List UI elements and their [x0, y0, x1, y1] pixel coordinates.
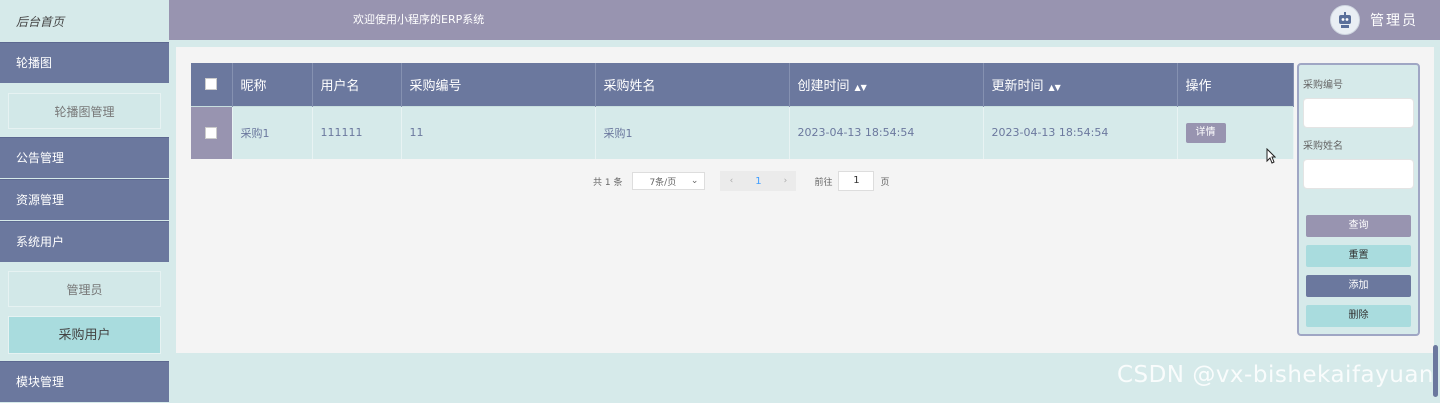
mouse-cursor-icon: [1266, 148, 1276, 164]
cell-updated: 2023-04-13 18:54:54: [983, 105, 1178, 159]
cell-created: 2023-04-13 18:54:54: [789, 105, 984, 159]
col-nickname: 昵称: [232, 63, 313, 106]
sidebar-group-resource[interactable]: 资源管理: [0, 179, 169, 220]
sidebar-group-system-users[interactable]: 系统用户: [0, 221, 169, 262]
sidebar-group-module[interactable]: 模块管理: [0, 361, 169, 402]
prev-page-button[interactable]: ‹: [720, 171, 743, 191]
top-header: 欢迎使用小程序的ERP系统 管理员: [169, 0, 1440, 40]
next-page-button[interactable]: ›: [774, 171, 797, 191]
col-updated[interactable]: 更新时间 ▲▼: [983, 63, 1178, 106]
col-action: 操作: [1177, 63, 1294, 106]
cell-purchase-no: 11: [401, 105, 596, 159]
goto-unit: 页: [880, 177, 890, 188]
cell-purchase-name: 采购1: [595, 105, 790, 159]
sidebar-group-carousel[interactable]: 轮播图: [0, 42, 169, 83]
select-all-checkbox[interactable]: [204, 78, 217, 91]
col-created-label: 创建时间: [797, 78, 850, 94]
sidebar: 后台首页 轮播图 轮播图管理 公告管理 资源管理 系统用户 管理员 采购用户 模…: [0, 0, 169, 403]
sidebar-group-notice[interactable]: 公告管理: [0, 137, 169, 178]
col-updated-label: 更新时间: [991, 78, 1044, 94]
goto-label: 前往: [814, 177, 833, 188]
cell-username: 111111: [312, 105, 402, 159]
cell-nickname: 采购1: [232, 105, 313, 159]
sidebar-home[interactable]: 后台首页: [0, 0, 169, 42]
sort-icon[interactable]: ▲▼: [855, 83, 867, 92]
purchase-name-label: 采购姓名: [1303, 141, 1343, 152]
purchase-no-label: 采购编号: [1303, 80, 1343, 91]
delete-button[interactable]: 删除: [1306, 305, 1411, 327]
pagination: 共 1 条 7条/页 ⌄ ‹ 1 › 前往 1 页: [593, 171, 889, 191]
page-size-select[interactable]: 7条/页 ⌄: [632, 172, 706, 190]
query-button[interactable]: 查询: [1306, 215, 1411, 237]
admin-name[interactable]: 管理员: [1370, 10, 1418, 30]
admin-area[interactable]: 管理员: [1330, 5, 1418, 35]
search-panel: 采购编号 采购姓名 查询 重置 添加 删除: [1297, 63, 1420, 336]
row-checkbox[interactable]: [204, 127, 217, 139]
pagination-total: 共 1 条: [593, 177, 623, 188]
reset-button[interactable]: 重置: [1306, 245, 1411, 267]
main-panel: 昵称 用户名 采购编号 采购姓名 创建时间 ▲▼ 更新时间 ▲▼ 操作 采购1 11…: [176, 47, 1434, 353]
watermark-text: CSDN @vx-bishekaifayuan: [1116, 362, 1434, 388]
col-purchase-name: 采购姓名: [595, 63, 790, 106]
robot-icon: [1339, 12, 1351, 28]
goto-page-input[interactable]: 1: [838, 171, 875, 191]
sidebar-item-purchase-users[interactable]: 采购用户: [8, 316, 161, 354]
detail-button[interactable]: 详情: [1185, 122, 1226, 143]
users-table: 昵称 用户名 采购编号 采购姓名 创建时间 ▲▼ 更新时间 ▲▼ 操作 采购1 11…: [191, 63, 1294, 159]
select-all-cell[interactable]: [191, 63, 233, 106]
sidebar-item-carousel-manage[interactable]: 轮播图管理: [8, 93, 161, 129]
page-number[interactable]: 1: [742, 171, 775, 191]
purchase-no-input[interactable]: [1303, 98, 1414, 128]
table-header-row: 昵称 用户名 采购编号 采购姓名 创建时间 ▲▼ 更新时间 ▲▼ 操作: [191, 63, 1294, 106]
sidebar-item-admin[interactable]: 管理员: [8, 271, 161, 307]
welcome-text: 欢迎使用小程序的ERP系统: [353, 13, 485, 26]
purchase-name-input[interactable]: [1303, 159, 1414, 189]
col-created[interactable]: 创建时间 ▲▼: [789, 63, 984, 106]
col-username: 用户名: [312, 63, 402, 106]
chevron-down-icon: ⌄: [690, 176, 699, 186]
page-size-value: 7条/页: [649, 177, 677, 188]
table-row: 采购1 111111 11 采购1 2023-04-13 18:54:54 20…: [191, 105, 1294, 159]
col-purchase-no: 采购编号: [401, 63, 596, 106]
add-button[interactable]: 添加: [1306, 275, 1411, 297]
row-select-cell[interactable]: [191, 105, 233, 159]
sort-icon[interactable]: ▲▼: [1049, 83, 1061, 92]
avatar[interactable]: [1330, 5, 1360, 35]
